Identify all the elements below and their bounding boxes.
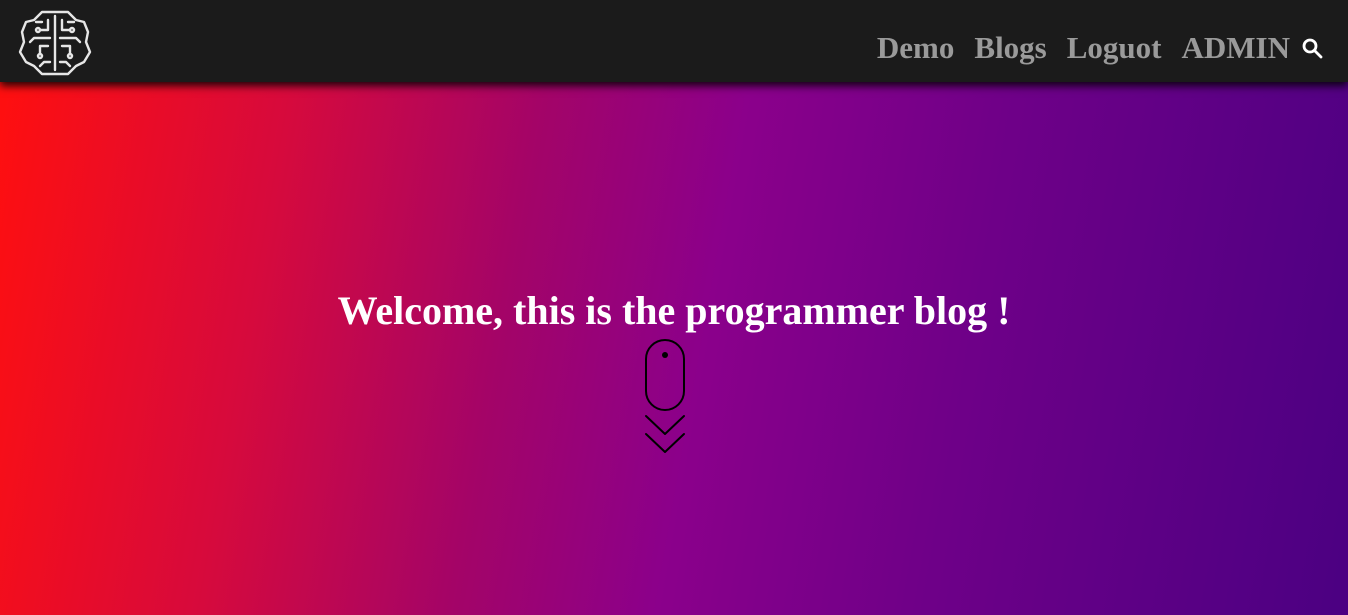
hero-title: Welcome, this is the programmer blog ! bbox=[337, 288, 1011, 333]
navbar: Demo Blogs Loguot ADMIN bbox=[0, 0, 1348, 82]
brain-circuit-icon[interactable] bbox=[18, 8, 92, 78]
mouse-scroll-down-icon[interactable] bbox=[643, 338, 687, 458]
nav-link-admin[interactable]: ADMIN bbox=[1182, 28, 1291, 68]
hero-section: Welcome, this is the programmer blog ! bbox=[0, 82, 1348, 615]
nav-link-blogs[interactable]: Blogs bbox=[974, 28, 1046, 68]
search-icon[interactable] bbox=[1300, 37, 1324, 61]
nav-link-logout[interactable]: Loguot bbox=[1067, 28, 1162, 68]
nav-link-demo[interactable]: Demo bbox=[877, 28, 954, 68]
nav-links: Demo Blogs Loguot ADMIN bbox=[877, 28, 1290, 68]
